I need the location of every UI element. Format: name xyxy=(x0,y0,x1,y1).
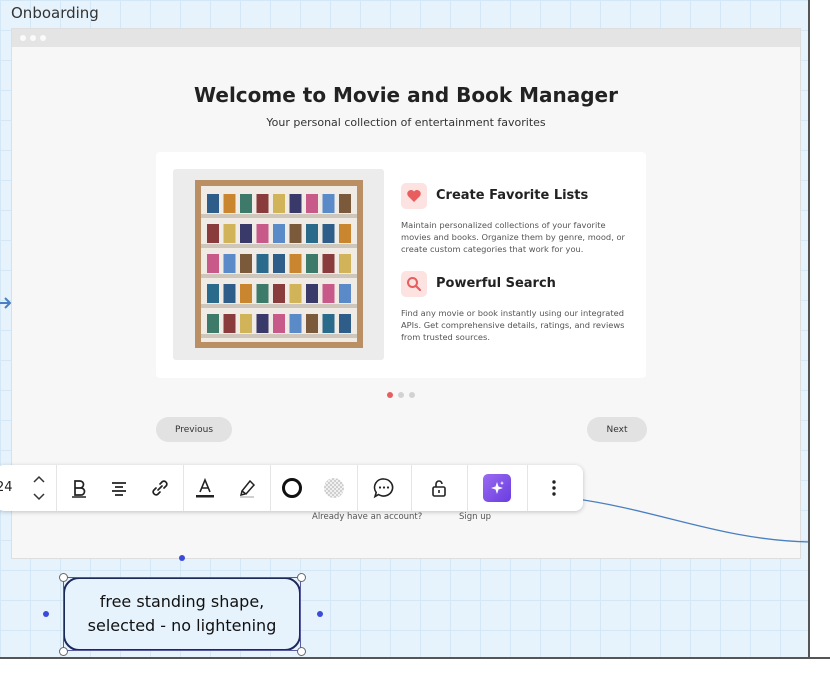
highlighter-icon[interactable] xyxy=(234,475,260,501)
connector-line[interactable] xyxy=(570,490,810,550)
connection-point[interactable] xyxy=(43,611,49,617)
more-vertical-icon[interactable] xyxy=(541,475,567,501)
selection-outline xyxy=(63,577,301,651)
pagination-dot[interactable] xyxy=(398,392,404,398)
toolbar-separator xyxy=(467,465,468,511)
fill-transparent-icon[interactable] xyxy=(321,475,347,501)
link-icon[interactable] xyxy=(147,475,173,501)
text-color-icon[interactable] xyxy=(192,475,218,501)
unlock-icon[interactable] xyxy=(426,475,452,501)
page-title: Welcome to Movie and Book Manager xyxy=(194,83,618,107)
resize-handle[interactable] xyxy=(59,647,68,656)
window-dot xyxy=(20,35,26,41)
window-bar xyxy=(12,29,800,47)
feature-card: Create Favorite Lists Maintain personali… xyxy=(156,152,646,378)
toolbar-separator xyxy=(270,465,271,511)
toolbar-separator xyxy=(411,465,412,511)
chevron-down-icon[interactable] xyxy=(33,493,45,501)
pagination-dot[interactable] xyxy=(409,392,415,398)
torn-edge xyxy=(0,657,830,674)
toolbar-separator xyxy=(357,465,358,511)
bookshelf-image xyxy=(195,180,363,348)
feature-description: Maintain personalized collections of you… xyxy=(401,220,625,254)
font-size-value[interactable]: 24 xyxy=(0,480,13,495)
bold-icon[interactable] xyxy=(66,475,92,501)
next-button[interactable]: Next xyxy=(587,417,647,442)
window-dot xyxy=(40,35,46,41)
floating-toolbar: 24 xyxy=(0,465,583,511)
comment-icon[interactable] xyxy=(371,475,397,501)
board-label: Onboarding xyxy=(11,4,99,22)
account-prompt: Already have an account? xyxy=(312,512,423,522)
signup-link[interactable]: Sign up xyxy=(459,512,491,522)
resize-handle[interactable] xyxy=(59,573,68,582)
border-circle-icon[interactable] xyxy=(279,475,305,501)
search-icon xyxy=(401,271,427,297)
resize-handle[interactable] xyxy=(297,573,306,582)
resize-handle[interactable] xyxy=(297,647,306,656)
heart-icon xyxy=(401,183,427,209)
chevron-up-icon[interactable] xyxy=(33,475,45,483)
image-panel xyxy=(173,169,384,360)
feature-title: Powerful Search xyxy=(436,276,556,291)
page-subtitle: Your personal collection of entertainmen… xyxy=(266,116,546,129)
toolbar-separator xyxy=(56,465,57,511)
connector-arrow-icon xyxy=(0,297,12,309)
ai-sparkle-icon[interactable] xyxy=(483,474,511,502)
feature-title: Create Favorite Lists xyxy=(436,188,589,203)
align-center-icon[interactable] xyxy=(106,475,132,501)
pagination-dot[interactable] xyxy=(387,392,393,398)
connection-point[interactable] xyxy=(317,611,323,617)
torn-edge xyxy=(808,0,830,674)
window-dot xyxy=(30,35,36,41)
previous-button[interactable]: Previous xyxy=(156,417,232,442)
toolbar-separator xyxy=(183,465,184,511)
feature-description: Find any movie or book instantly using o… xyxy=(401,308,625,342)
toolbar-separator xyxy=(527,465,528,511)
connection-point[interactable] xyxy=(179,555,185,561)
